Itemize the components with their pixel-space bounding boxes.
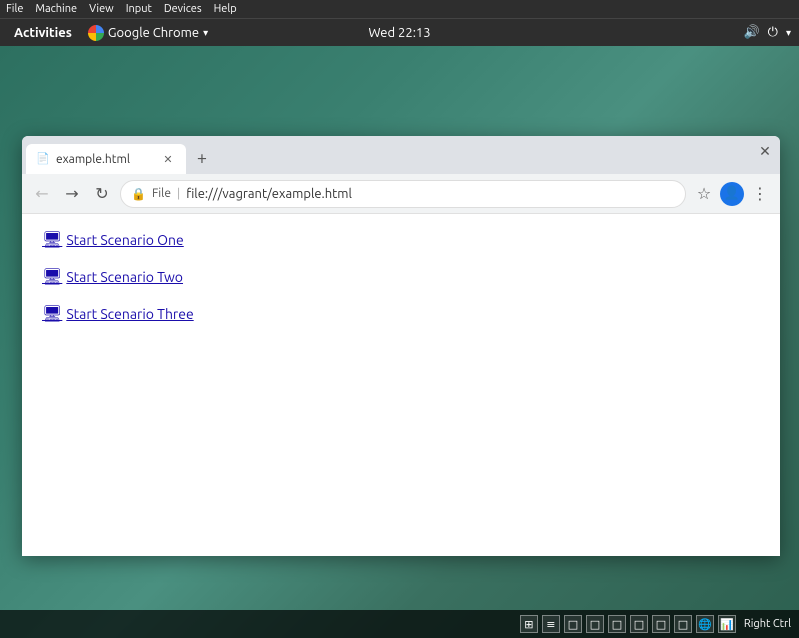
tray-icon-8[interactable]: □ (674, 615, 692, 633)
app-switcher[interactable]: Google Chrome ▾ (88, 25, 208, 41)
tab-close-button[interactable]: ✕ (160, 151, 176, 167)
address-url: file:///vagrant/example.html (186, 187, 352, 201)
scenario-two-link[interactable]: 🖥 Start Scenario Two (42, 267, 760, 286)
menu-input[interactable]: Input (126, 3, 152, 15)
bookmark-button[interactable]: ☆ (692, 182, 716, 206)
system-tray: 🔊 ⏻ ▾ (743, 25, 791, 40)
forward-button[interactable]: → (60, 182, 84, 206)
reload-button[interactable]: ↻ (90, 182, 114, 206)
chrome-tab[interactable]: 📄 example.html ✕ (26, 144, 186, 174)
chrome-content: 🖥 Start Scenario One 🖥 Start Scenario Tw… (22, 214, 780, 556)
app-label: Google Chrome (108, 26, 199, 40)
address-bar[interactable]: 🔒 File | file:///vagrant/example.html (120, 180, 686, 208)
address-right-controls: ☆ 👤 ⋮ (692, 182, 772, 206)
scenario-three-icon: 🖥 (42, 304, 62, 323)
scenario-one-label: Start Scenario One (66, 232, 183, 248)
scenario-two-icon: 🖥 (42, 267, 62, 286)
power-arrow-icon[interactable]: ▾ (786, 27, 791, 39)
scenario-one-link[interactable]: 🖥 Start Scenario One (42, 230, 760, 249)
scenario-three-link[interactable]: 🖥 Start Scenario Three (42, 304, 760, 323)
new-tab-button[interactable]: + (188, 144, 216, 172)
tray-icon-5[interactable]: □ (608, 615, 626, 633)
tray-icon-3[interactable]: □ (564, 615, 582, 633)
desktop: 📄 example.html ✕ + ✕ ← → ↻ 🔒 File | file… (0, 46, 799, 638)
menu-file[interactable]: File (6, 3, 23, 15)
system-menubar: File Machine View Input Devices Help (0, 0, 799, 18)
clock: Wed 22:13 (368, 26, 430, 40)
menu-machine[interactable]: Machine (35, 3, 77, 15)
file-label: File (152, 187, 171, 200)
chrome-logo-icon (88, 25, 104, 41)
scenario-one-icon: 🖥 (42, 230, 62, 249)
tray-icon-network[interactable]: 🌐 (696, 615, 714, 633)
right-ctrl-label: Right Ctrl (744, 618, 791, 630)
tray-icon-monitor[interactable]: 📊 (718, 615, 736, 633)
address-lock-icon: 🔒 (131, 187, 146, 201)
window-close-button[interactable]: ✕ (756, 142, 774, 160)
scenario-two-label: Start Scenario Two (66, 269, 183, 285)
tab-favicon-icon: 📄 (36, 152, 50, 166)
tray-icon-6[interactable]: □ (630, 615, 648, 633)
chrome-titlebar: 📄 example.html ✕ + ✕ (22, 136, 780, 174)
taskbar: ⊞ ≡ □ □ □ □ □ □ 🌐 📊 Right Ctrl (0, 610, 799, 638)
tray-icon-7[interactable]: □ (652, 615, 670, 633)
dropdown-arrow-icon: ▾ (203, 27, 208, 39)
chrome-menu-button[interactable]: ⋮ (748, 182, 772, 206)
menu-devices[interactable]: Devices (164, 3, 202, 15)
menu-view[interactable]: View (89, 3, 114, 15)
chrome-window: 📄 example.html ✕ + ✕ ← → ↻ 🔒 File | file… (22, 136, 780, 556)
gnome-topbar: Activities Google Chrome ▾ Wed 22:13 🔊 ⏻… (0, 18, 799, 46)
profile-button[interactable]: 👤 (720, 182, 744, 206)
volume-icon[interactable]: 🔊 (743, 25, 759, 40)
chrome-addressbar: ← → ↻ 🔒 File | file:///vagrant/example.h… (22, 174, 780, 214)
tab-title: example.html (56, 153, 154, 166)
tray-icon-4[interactable]: □ (586, 615, 604, 633)
back-button[interactable]: ← (30, 182, 54, 206)
address-separator: | (177, 187, 180, 200)
activities-button[interactable]: Activities (8, 26, 78, 40)
power-icon[interactable]: ⏻ (768, 25, 778, 40)
tray-icon-2[interactable]: ≡ (542, 615, 560, 633)
scenario-three-label: Start Scenario Three (66, 306, 193, 322)
tray-icon-1[interactable]: ⊞ (520, 615, 538, 633)
menu-help[interactable]: Help (214, 3, 237, 15)
